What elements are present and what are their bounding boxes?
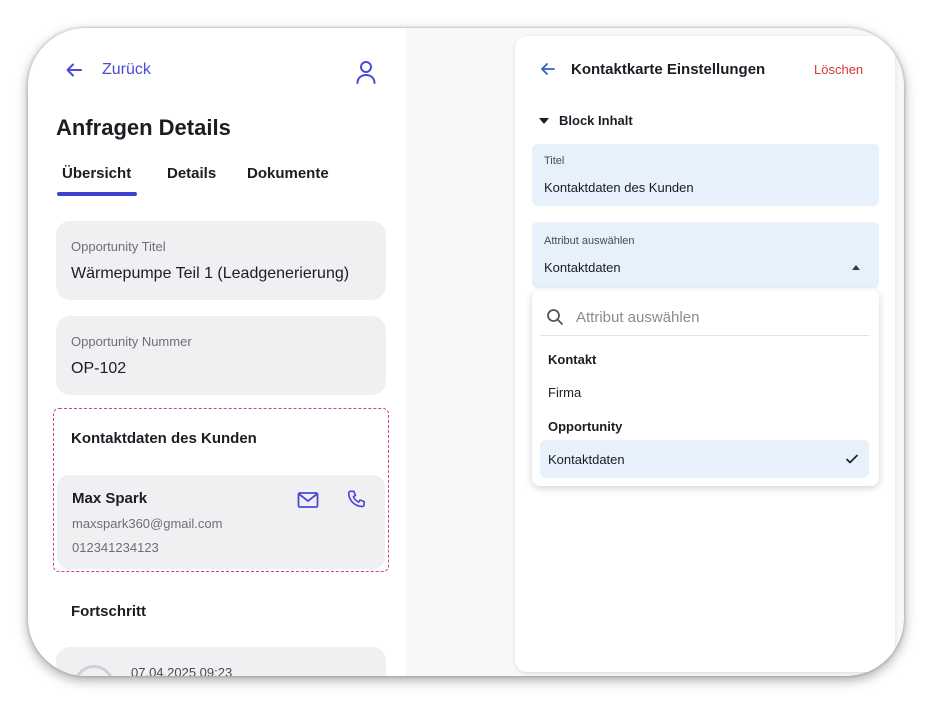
caret-down-icon [539, 117, 549, 124]
opportunity-number-card: Opportunity Nummer OP-102 [56, 316, 386, 395]
attribute-select-label: Attribut auswählen [544, 235, 635, 247]
tab-overview[interactable]: Übersicht [62, 165, 131, 182]
attribute-select[interactable]: Attribut auswählen Kontaktdaten [532, 222, 879, 288]
page-title: Anfragen Details [56, 115, 231, 140]
arrow-left-icon [66, 63, 82, 77]
contact-phone: 012341234123 [72, 540, 159, 555]
search-icon [547, 309, 563, 325]
title-field[interactable]: Titel Kontaktdaten des Kunden [532, 144, 879, 206]
option-label: Firma [548, 385, 582, 400]
mail-icon[interactable] [297, 490, 319, 510]
progress-status-circle [74, 665, 114, 676]
option-group-kontakt: Kontakt [548, 352, 597, 367]
contact-name: Max Spark [72, 490, 148, 507]
contact-card-settings-panel: Kontaktkarte Einstellungen Löschen Block… [515, 36, 895, 672]
arrow-left-icon[interactable] [539, 60, 557, 78]
opportunity-number-value: OP-102 [71, 360, 127, 377]
back-button[interactable]: Zurück [64, 60, 151, 80]
request-details-screen: Zurück Anfragen Details Übersicht Detail… [28, 28, 406, 676]
attribute-select-value: Kontaktdaten [544, 260, 621, 275]
progress-card: 07.04.2025 09:23 [56, 647, 386, 676]
panel-title: Kontaktkarte Einstellungen [571, 61, 766, 78]
opportunity-title-card: Opportunity Titel Wärmepumpe Teil 1 (Lea… [56, 221, 386, 300]
tab-details[interactable]: Details [167, 165, 216, 182]
attribute-search-input[interactable] [576, 304, 856, 330]
option-group-opportunity: Opportunity [548, 419, 623, 434]
active-tab-indicator [57, 192, 137, 196]
opportunity-title-label: Opportunity Titel [71, 239, 166, 254]
option-firma[interactable]: Firma [540, 373, 869, 411]
contact-block-title: Kontaktdaten des Kunden [71, 430, 257, 447]
user-icon[interactable] [355, 60, 377, 84]
title-field-value: Kontaktdaten des Kunden [544, 180, 694, 195]
contact-email: maxspark360@gmail.com [72, 516, 223, 531]
contact-block[interactable]: Kontaktdaten des Kunden Max Spark maxspa… [53, 408, 389, 572]
attribute-dropdown: Kontakt Firma Opportunity Kontaktdaten [532, 290, 879, 486]
delete-button[interactable]: Löschen [814, 62, 863, 77]
block-content-label: Block Inhalt [559, 113, 633, 128]
dropdown-search [540, 298, 869, 336]
tab-bar: Übersicht Details Dokumente [56, 165, 386, 199]
back-label: Zurück [102, 61, 151, 78]
caret-up-icon [852, 265, 860, 270]
block-content-toggle[interactable]: Block Inhalt [539, 113, 633, 128]
tab-documents[interactable]: Dokumente [247, 165, 329, 182]
option-label: Kontaktdaten [548, 452, 625, 467]
progress-title: Fortschritt [71, 603, 146, 620]
opportunity-number-label: Opportunity Nummer [71, 334, 192, 349]
progress-date: 07.04.2025 09:23 [131, 665, 233, 676]
phone-icon[interactable] [346, 489, 368, 511]
title-field-label: Titel [544, 155, 565, 167]
opportunity-title-value: Wärmepumpe Teil 1 (Leadgenerierung) [71, 265, 350, 282]
option-kontaktdaten[interactable]: Kontaktdaten [540, 440, 869, 478]
contact-card: Max Spark maxspark360@gmail.com 01234123… [57, 475, 385, 569]
device-frame: Zurück Anfragen Details Übersicht Detail… [28, 28, 904, 676]
check-icon [846, 454, 858, 464]
